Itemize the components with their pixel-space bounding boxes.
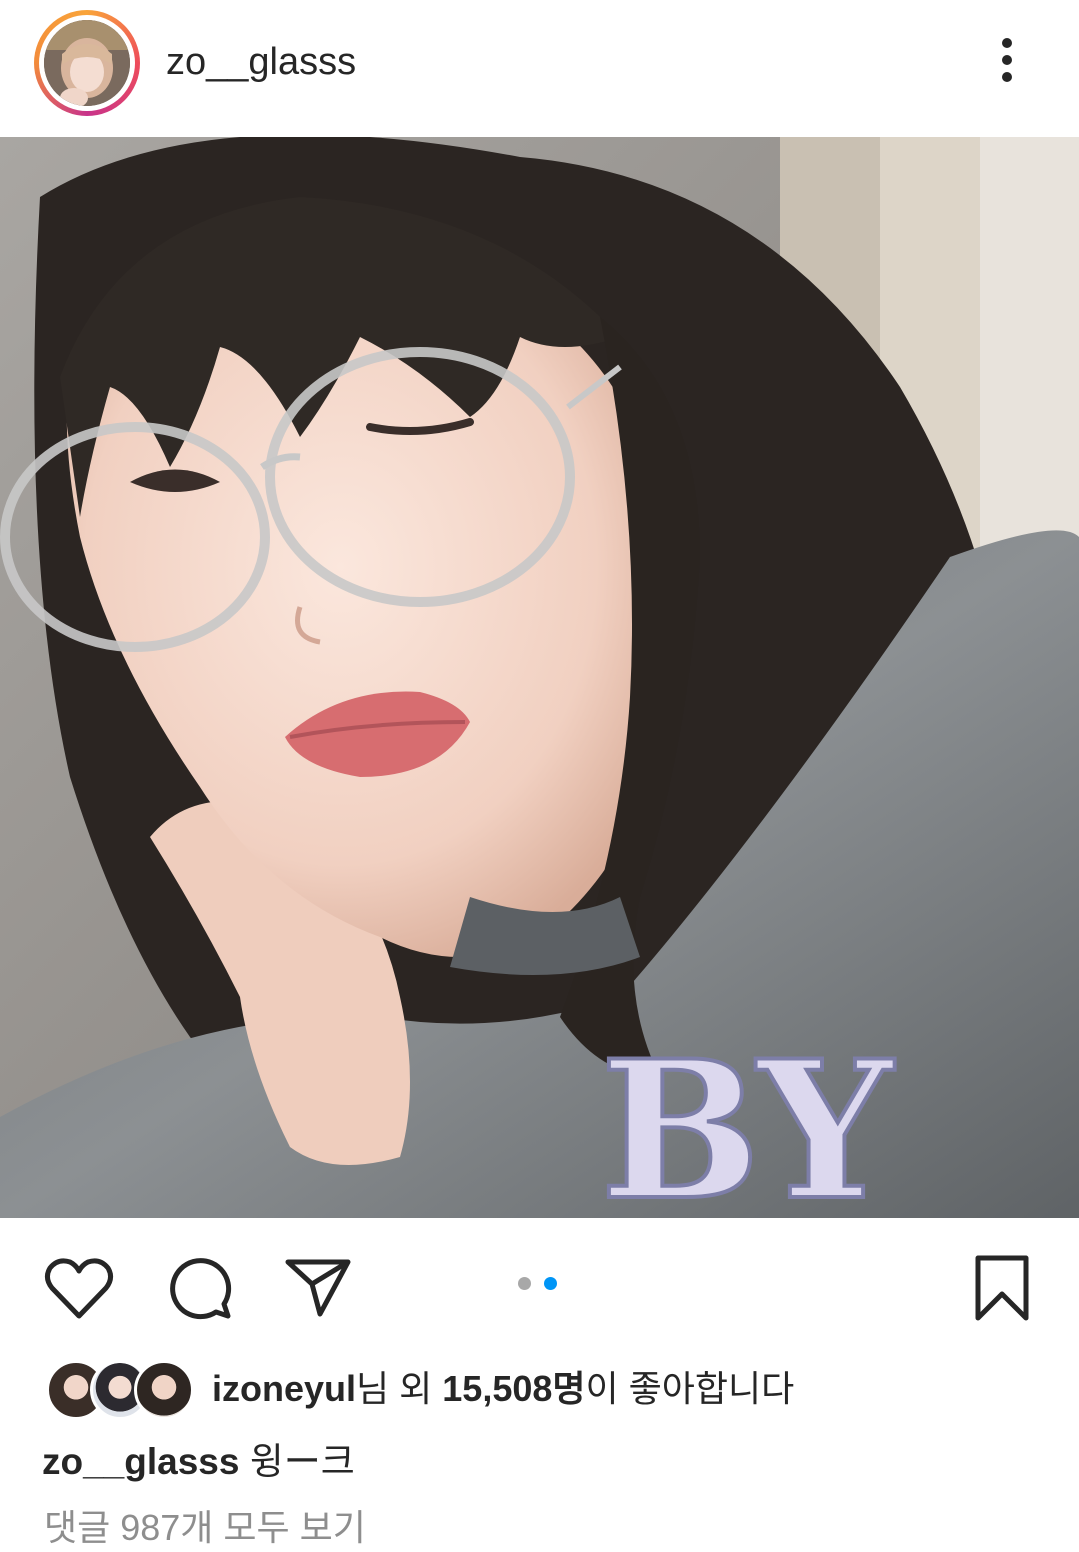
caption-username[interactable]: zo__glasss <box>42 1441 239 1482</box>
shirt-print: BY <box>600 1019 895 1218</box>
carousel-dot-active <box>544 1277 557 1290</box>
carousel-dot <box>518 1277 531 1290</box>
likes-suffix-end: 이 좋아합니다 <box>585 1368 795 1409</box>
bookmark-icon[interactable] <box>974 1254 1030 1322</box>
comment-icon[interactable] <box>166 1254 234 1322</box>
caption-text: 윙ー크 <box>249 1441 355 1482</box>
paper-plane-icon[interactable] <box>284 1256 352 1320</box>
liker-username[interactable]: izoneyul <box>212 1368 356 1409</box>
post-username[interactable]: zo__glasss <box>166 38 356 86</box>
view-all-comments-link[interactable]: 댓글 987개 모두 보기 <box>44 1505 366 1551</box>
likes-row[interactable]: izoneyul님 외 15,508명이 좋아합니다 <box>46 1360 1046 1420</box>
caption: zo__glasss 윙ー크 <box>42 1438 355 1486</box>
action-bar <box>0 1218 1079 1348</box>
post-photo[interactable]: BY <box>0 137 1079 1218</box>
more-vertical-icon[interactable] <box>990 30 1026 90</box>
selfie-photo: BY <box>0 137 1079 1218</box>
liker-avatar <box>134 1360 194 1420</box>
avatar-border <box>39 15 135 111</box>
story-ring[interactable] <box>34 10 140 116</box>
avatar[interactable] <box>44 20 130 106</box>
likes-text: izoneyul님 외 15,508명이 좋아합니다 <box>212 1366 794 1412</box>
likes-suffix: 님 외 <box>356 1368 443 1409</box>
likes-count[interactable]: 15,508명 <box>442 1368 585 1409</box>
heart-icon[interactable] <box>44 1256 114 1320</box>
post-header: zo__glasss <box>0 0 1079 137</box>
avatar-image <box>44 20 130 106</box>
